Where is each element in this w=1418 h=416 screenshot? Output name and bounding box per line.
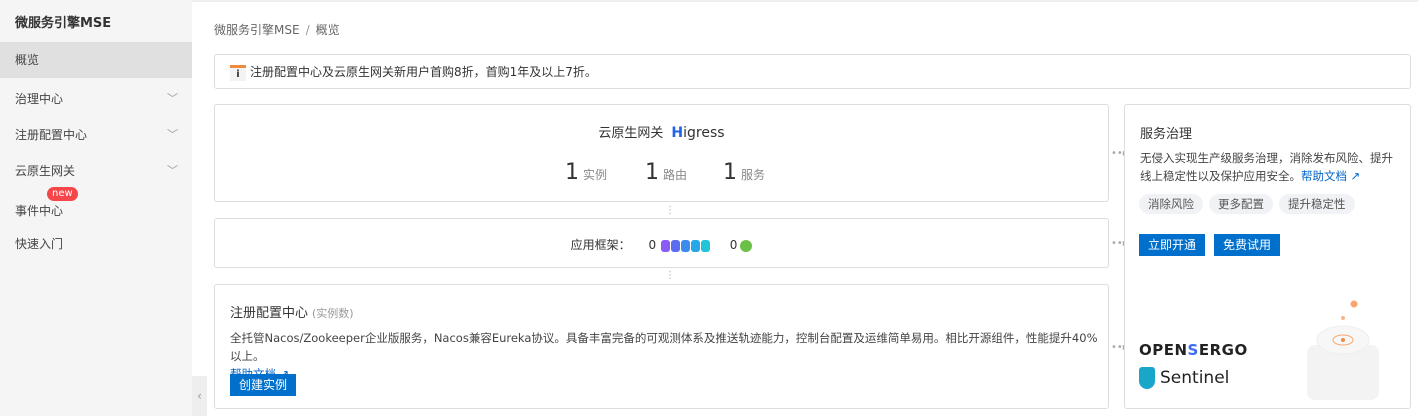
stat-instances: 1 实例 bbox=[565, 160, 607, 185]
create-instance-button[interactable]: 创建实例 bbox=[230, 374, 297, 396]
notice-text: 注册配置中心及云原生网关新用户首购8折，首购1年及以上7折。 bbox=[250, 65, 597, 79]
registry-desc-text: 全托管Nacos/Zookeeper企业版服务，Nacos兼容Eureka协议。… bbox=[230, 331, 1098, 363]
free-trial-button[interactable]: 免费试用 bbox=[1214, 234, 1281, 256]
stat-label: 服务 bbox=[741, 168, 766, 182]
higress-logo: Higress bbox=[671, 125, 725, 141]
tag: 提升稳定性 bbox=[1279, 194, 1355, 214]
registry-title-text: 注册配置中心 bbox=[230, 306, 309, 321]
registry-subtitle: (实例数) bbox=[312, 307, 354, 320]
sidebar-item-overview[interactable]: 概览 bbox=[0, 42, 192, 78]
promo-notice: i 注册配置中心及云原生网关新用户首购8折，首购1年及以上7折。 bbox=[214, 54, 1411, 89]
sidebar-item-events[interactable]: 事件中心 new bbox=[0, 187, 192, 229]
governance-desc: 无侵入实现生产级服务治理，消除发布风险、提升线上稳定性以及保护应用安全。帮助文档… bbox=[1140, 149, 1402, 185]
sidebar-item-quickstart[interactable]: 快速入门 bbox=[0, 226, 192, 262]
governance-help-link[interactable]: 帮助文档 ↗ bbox=[1301, 169, 1360, 183]
governance-illustration bbox=[1307, 300, 1379, 400]
spring-logo-icon bbox=[740, 239, 753, 252]
stat-value: 1 bbox=[565, 160, 579, 185]
breadcrumb-link[interactable]: 微服务引擎MSE bbox=[214, 23, 300, 37]
connector-icon: ⋮ bbox=[665, 270, 675, 281]
sidebar-item-label: 云原生网关 bbox=[15, 164, 76, 178]
info-icon: i bbox=[230, 64, 246, 81]
dubbo-count: 0 bbox=[648, 238, 657, 252]
sidebar-title: 微服务引擎MSE bbox=[15, 16, 112, 31]
stat-value: 1 bbox=[723, 160, 737, 185]
opensergo-logo: OPENSERGO bbox=[1139, 341, 1248, 359]
sidebar-item-label: 概览 bbox=[15, 53, 40, 67]
dubbo-logo-icon bbox=[660, 238, 710, 252]
new-badge: new bbox=[47, 187, 78, 201]
stat-value: 1 bbox=[645, 160, 659, 185]
registry-title: 注册配置中心 (实例数) bbox=[230, 302, 354, 321]
spring-count: 0 bbox=[729, 238, 738, 252]
external-link-icon: ↗ bbox=[1350, 169, 1361, 183]
sidebar: 微服务引擎MSE 概览 治理中心 ﹀ 注册配置中心 ﹀ 云原生网关 ﹀ 事件中心 new… bbox=[0, 0, 192, 416]
sidebar-item-label: 事件中心 bbox=[15, 204, 64, 218]
sidebar-item-label: 注册配置中心 bbox=[15, 128, 88, 142]
breadcrumb-separator: / bbox=[305, 23, 310, 37]
breadcrumb-current: 概览 bbox=[315, 23, 340, 37]
chevron-down-icon: ﹀ bbox=[167, 92, 178, 105]
stat-services: 1 服务 bbox=[723, 160, 765, 185]
chevron-left-icon: ‹ bbox=[197, 389, 202, 403]
tag: 消除风险 bbox=[1139, 194, 1203, 214]
sidebar-item-governance[interactable]: 治理中心 ﹀ bbox=[0, 81, 192, 117]
activate-button[interactable]: 立即开通 bbox=[1139, 234, 1206, 256]
stat-routes: 1 路由 bbox=[645, 160, 687, 185]
sentinel-logo: Sentinel bbox=[1139, 367, 1229, 389]
framework-label: 应用框架： bbox=[570, 238, 631, 252]
framework-row: 应用框架： 0 0 bbox=[215, 236, 1108, 253]
divider bbox=[192, 0, 1418, 2]
gateway-card[interactable]: 云原生网关 Higress 1 实例 1 路由 1 服务 bbox=[214, 104, 1109, 202]
connector-icon: ⋮ bbox=[665, 205, 675, 216]
chevron-down-icon: ﹀ bbox=[167, 128, 178, 141]
tag: 更多配置 bbox=[1209, 194, 1273, 214]
governance-tags: 消除风险 更多配置 提升稳定性 bbox=[1139, 194, 1361, 214]
sentinel-shield-icon bbox=[1139, 367, 1155, 389]
sidebar-item-gateway[interactable]: 云原生网关 ﹀ bbox=[0, 153, 192, 189]
breadcrumb: 微服务引擎MSE / 概览 bbox=[214, 21, 340, 38]
sidebar-item-label: 治理中心 bbox=[15, 92, 64, 106]
gateway-title: 云原生网关 Higress bbox=[215, 122, 1108, 141]
sidebar-item-label: 快速入门 bbox=[15, 237, 64, 251]
help-link-text: 帮助文档 bbox=[1301, 169, 1347, 183]
governance-title: 服务治理 bbox=[1140, 127, 1193, 142]
stat-label: 实例 bbox=[583, 168, 608, 182]
sidebar-item-registry[interactable]: 注册配置中心 ﹀ bbox=[0, 117, 192, 153]
governance-card: 服务治理 无侵入实现生产级服务治理，消除发布风险、提升线上稳定性以及保护应用安全… bbox=[1124, 104, 1411, 409]
registry-card[interactable]: 注册配置中心 (实例数) 全托管Nacos/Zookeeper企业版服务，Naco… bbox=[214, 284, 1109, 409]
framework-card[interactable]: 应用框架： 0 0 bbox=[214, 218, 1109, 268]
registry-desc: 全托管Nacos/Zookeeper企业版服务，Nacos兼容Eureka协议。… bbox=[230, 329, 1108, 383]
collapse-sidebar-button[interactable]: ‹ bbox=[192, 376, 207, 416]
chevron-down-icon: ﹀ bbox=[167, 164, 178, 177]
gateway-title-text: 云原生网关 bbox=[598, 126, 664, 141]
stat-label: 路由 bbox=[663, 168, 688, 182]
